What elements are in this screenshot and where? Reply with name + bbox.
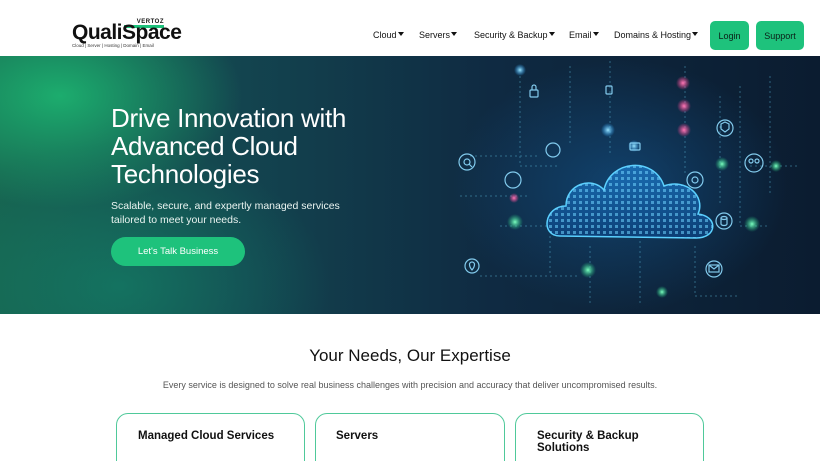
nav-item-label: Domains & Hosting xyxy=(614,30,692,40)
nav-item-domains-hosting[interactable]: Domains & Hosting xyxy=(614,30,699,40)
nav-item-cloud[interactable]: Cloud xyxy=(373,30,404,40)
hero-banner: Drive Innovation with Advanced Cloud Tec… xyxy=(0,56,820,314)
chat-icon xyxy=(545,142,561,158)
nav-item-email[interactable]: Email xyxy=(569,30,599,40)
shield-icon xyxy=(716,119,734,137)
hero-subtitle: Scalable, secure, and expertly managed s… xyxy=(111,200,340,226)
search-icon xyxy=(458,153,476,171)
hero-title: Drive Innovation with Advanced Cloud Tec… xyxy=(111,103,347,189)
caret-down-icon xyxy=(548,32,555,36)
logo-wordmark: QualiSpace xyxy=(72,21,182,44)
support-button[interactable]: Support xyxy=(756,21,804,50)
cloud-network-illustration xyxy=(458,61,800,306)
mail-icon xyxy=(705,260,723,278)
caret-down-icon xyxy=(592,32,599,36)
logo-tagline: Cloud | Server | Hosting | Domain | Emai… xyxy=(72,43,154,48)
location-pin-icon xyxy=(464,258,480,274)
device-icon xyxy=(605,85,613,95)
nav-item-label: Cloud xyxy=(373,30,397,40)
service-card-servers[interactable]: Servers xyxy=(315,413,505,461)
gear-icon xyxy=(686,171,704,189)
service-card-title: Security & Backup Solutions xyxy=(537,430,639,454)
section-subtitle: Every service is designed to solve real … xyxy=(162,380,658,390)
login-button[interactable]: Login xyxy=(710,21,749,50)
caret-down-icon xyxy=(451,32,458,36)
service-card-managed-cloud[interactable]: Managed Cloud Services xyxy=(116,413,305,461)
caret-down-icon xyxy=(692,32,699,36)
site-header: VERTOZ QualiSpace Cloud | Server | Hosti… xyxy=(0,0,820,56)
user-group-icon xyxy=(744,153,764,173)
nav-item-label: Security & Backup xyxy=(474,30,548,40)
nav-item-servers[interactable]: Servers xyxy=(419,30,458,40)
location-icon xyxy=(504,171,522,189)
database-icon xyxy=(715,212,733,230)
section-title: Your Needs, Our Expertise xyxy=(309,346,511,365)
lets-talk-business-button[interactable]: Let's Talk Business xyxy=(111,237,245,266)
lock-icon xyxy=(529,84,539,98)
caret-down-icon xyxy=(397,32,404,36)
brand-logo[interactable]: VERTOZ QualiSpace Cloud | Server | Hosti… xyxy=(72,19,182,49)
nav-item-label: Servers xyxy=(419,30,451,40)
service-card-title: Servers xyxy=(336,430,379,442)
nav-item-label: Email xyxy=(569,30,592,40)
service-card-security-backup[interactable]: Security & Backup Solutions xyxy=(515,413,704,461)
service-card-title: Managed Cloud Services xyxy=(138,430,275,442)
nav-item-security-backup[interactable]: Security & Backup xyxy=(474,30,555,40)
